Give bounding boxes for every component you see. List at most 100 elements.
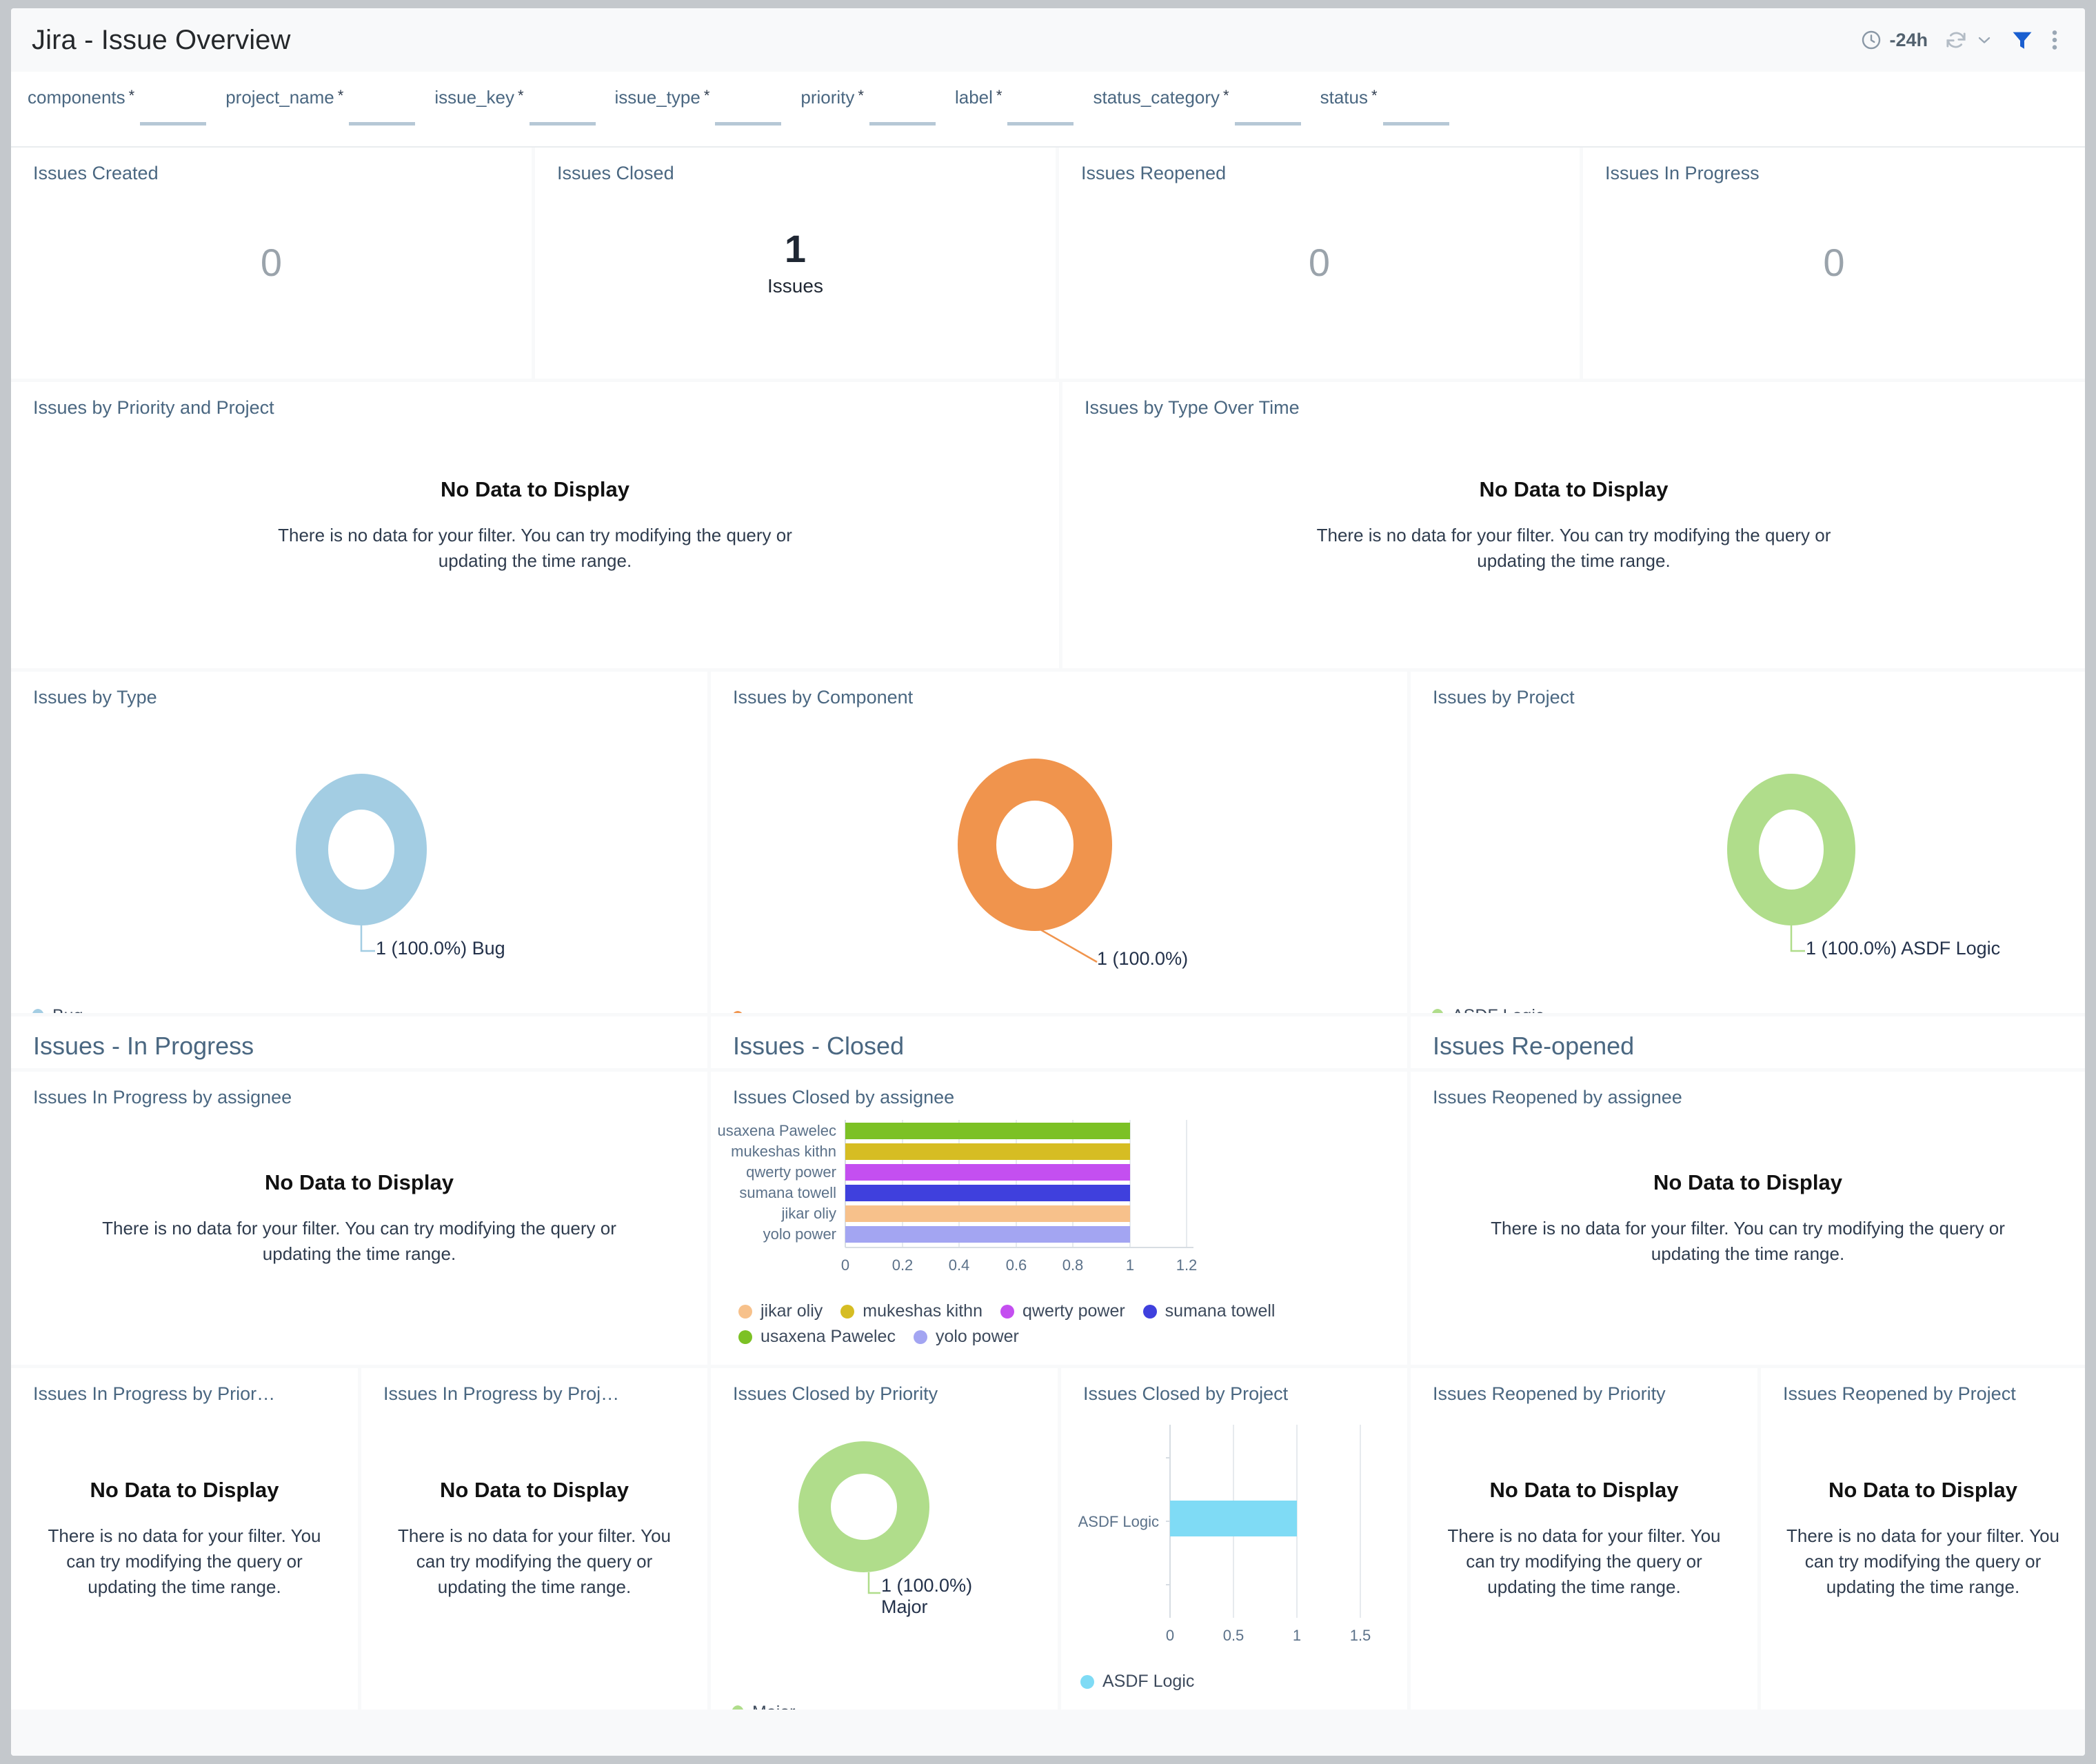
legend-item[interactable]: yolo power xyxy=(913,1327,1019,1347)
chart-issues-by-type: 1 (100.0%) Bug Bug xyxy=(11,708,707,1013)
legend-item[interactable]: Major xyxy=(732,1703,796,1710)
chart-legend xyxy=(732,1011,752,1013)
no-data-message: There is no data for your filter. You ca… xyxy=(1786,1525,2060,1597)
kpi-body: 0 xyxy=(1059,148,1580,379)
filter-input[interactable] xyxy=(1382,122,1449,126)
panel-reopened-by-assignee[interactable]: Issues Reopened by assignee No Data to D… xyxy=(1411,1072,2085,1368)
panel-closed-by-assignee[interactable]: Issues Closed by assignee usaxena Pawele… xyxy=(711,1072,1411,1368)
legend-item[interactable]: qwerty power xyxy=(1000,1301,1125,1321)
legend-item[interactable]: usaxena Pawelec xyxy=(738,1327,896,1347)
chevron-down-icon[interactable] xyxy=(1975,30,1994,50)
no-data-message: There is no data for your filter. You ca… xyxy=(102,1217,616,1264)
filter-input[interactable] xyxy=(1007,122,1074,126)
refresh-icon[interactable] xyxy=(1944,28,1968,52)
kpi-value: 0 xyxy=(1308,241,1331,285)
donut-data-label-line2: Major xyxy=(881,1596,928,1617)
svg-text:0.4: 0.4 xyxy=(949,1256,970,1274)
bars[interactable] xyxy=(845,1123,1130,1243)
kpi-card-issues-reopened[interactable]: Issues Reopened 0 xyxy=(1059,148,1583,382)
legend-swatch xyxy=(840,1304,855,1319)
filter-input[interactable] xyxy=(529,122,596,126)
legend-item[interactable] xyxy=(732,1011,752,1013)
svg-text:jikar oliy: jikar oliy xyxy=(781,1205,836,1222)
panel-in-progress-by-priority[interactable]: Issues In Progress by Prior… No Data to … xyxy=(11,1368,361,1713)
filter-label: issue_type xyxy=(614,87,701,108)
chart-closed-by-project: ASDF Logic 0 0.5 1 1.5 xyxy=(1078,1425,1371,1644)
panel-issues-by-priority-and-project[interactable]: Issues by Priority and Project No Data t… xyxy=(11,382,1062,672)
filter-input[interactable] xyxy=(140,122,207,126)
required-asterisk: * xyxy=(703,87,710,104)
filter-input[interactable] xyxy=(869,122,936,126)
section-in-progress: Issues - In Progress xyxy=(11,1016,711,1072)
filter-input[interactable] xyxy=(715,122,782,126)
panel-issues-by-component[interactable]: Issues by Component 1 (100.0%) xyxy=(711,672,1411,1016)
panel-closed-by-priority[interactable]: Issues Closed by Priority 1 (100.0%) Maj… xyxy=(711,1368,1061,1713)
no-data-title: No Data to Display xyxy=(1489,1478,1679,1503)
required-asterisk: * xyxy=(996,87,1002,104)
section-reopened: Issues Re-opened xyxy=(1411,1016,2085,1072)
legend-item[interactable]: mukeshas kithn xyxy=(840,1301,982,1321)
svg-text:0: 0 xyxy=(1166,1627,1174,1644)
kpi-value: 0 xyxy=(260,241,283,285)
header-actions: -24h xyxy=(1852,28,2067,52)
filter-field-issue_key[interactable]: issue_key * xyxy=(434,88,596,126)
panel-reopened-by-project[interactable]: Issues Reopened by Project No Data to Di… xyxy=(1761,1368,2085,1713)
filter-field-issue_type[interactable]: issue_type * xyxy=(614,87,782,126)
refresh-control[interactable] xyxy=(1936,28,2002,52)
no-data-block: No Data to Display There is no data for … xyxy=(11,1368,358,1710)
more-options-button[interactable] xyxy=(2042,28,2067,52)
filter-field-status_category[interactable]: status_category * xyxy=(1093,88,1301,126)
panel-in-progress-by-project[interactable]: Issues In Progress by Proj… No Data to D… xyxy=(361,1368,711,1713)
legend-swatch xyxy=(738,1304,752,1319)
filter-label: status xyxy=(1320,87,1368,108)
donut-data-label: 1 (100.0%) xyxy=(1097,948,1189,969)
filter-field-label[interactable]: label * xyxy=(955,87,1074,126)
time-range-picker[interactable]: -24h xyxy=(1852,29,1936,51)
no-data-message: There is no data for your filter. You ca… xyxy=(1316,524,1831,571)
chart-issues-by-component: 1 (100.0%) xyxy=(711,708,1407,1013)
kpi-card-issues-in-progress[interactable]: Issues In Progress 0 xyxy=(1583,148,2085,382)
donut-data-label: 1 (100.0%) Major xyxy=(881,1575,972,1618)
kpi-card-issues-closed[interactable]: Issues Closed 1 Issues xyxy=(535,148,1059,382)
filter-label: components xyxy=(28,87,125,108)
panel-issues-by-project[interactable]: Issues by Project 1 (100.0%) ASDF Logic … xyxy=(1411,672,2085,1016)
panel-in-progress-by-assignee[interactable]: Issues In Progress by assignee No Data t… xyxy=(11,1072,711,1368)
filter-field-priority[interactable]: priority * xyxy=(800,87,936,126)
no-data-message: There is no data for your filter. You ca… xyxy=(1491,1217,2005,1264)
panel-issues-by-type[interactable]: Issues by Type 1 (100.0%) Bug Bug xyxy=(11,672,711,1016)
filter-icon[interactable] xyxy=(2011,28,2034,52)
x-axis-labels: 0 0.5 1 1.5 xyxy=(1166,1627,1371,1644)
donut-data-label: 1 (100.0%) ASDF Logic xyxy=(1806,938,2001,959)
filter-input[interactable] xyxy=(349,122,416,126)
kpi-card-issues-created[interactable]: Issues Created 0 xyxy=(11,148,535,382)
filter-field-components[interactable]: components * xyxy=(28,87,207,126)
legend-item[interactable]: ASDF Logic xyxy=(1080,1672,1194,1692)
panel-reopened-by-priority[interactable]: Issues Reopened by Priority No Data to D… xyxy=(1411,1368,1761,1713)
svg-text:0.6: 0.6 xyxy=(1006,1256,1027,1274)
legend-item[interactable]: sumana towell xyxy=(1142,1301,1275,1321)
required-asterisk: * xyxy=(337,87,344,104)
legend-item[interactable]: Bug xyxy=(32,1006,83,1013)
overview-charts-row: Issues by Priority and Project No Data t… xyxy=(11,382,2085,672)
filter-field-status[interactable]: status * xyxy=(1320,87,1449,126)
donut-row: Issues by Type 1 (100.0%) Bug Bug Issues… xyxy=(11,672,2085,1016)
filter-field-project_name[interactable]: project_name * xyxy=(225,87,416,126)
svg-text:mukeshas kithn: mukeshas kithn xyxy=(731,1143,836,1160)
svg-text:0.2: 0.2 xyxy=(892,1256,914,1274)
filter-input[interactable] xyxy=(1234,122,1301,126)
legend-item[interactable]: jikar oliy xyxy=(738,1301,823,1321)
panel-issues-by-type-over-time[interactable]: Issues by Type Over Time No Data to Disp… xyxy=(1062,382,2085,672)
section-header-row: Issues - In Progress Issues - Closed Iss… xyxy=(11,1016,2085,1072)
page-title: Jira - Issue Overview xyxy=(32,24,291,55)
filter-button[interactable] xyxy=(2002,28,2042,52)
legend-item[interactable]: ASDF Logic xyxy=(1431,1006,1544,1013)
dashboard-board: Issues Created 0 Issues Closed 1 Issues … xyxy=(11,148,2085,1756)
more-vertical-icon[interactable] xyxy=(2050,28,2059,52)
panel-closed-by-project[interactable]: Issues Closed by Project ASDF Logic 0 0.… xyxy=(1061,1368,1411,1713)
required-asterisk: * xyxy=(858,87,864,104)
no-data-title: No Data to Display xyxy=(1653,1170,1842,1194)
kpi-body: 1 Issues xyxy=(535,148,1056,379)
panel-title: Issues Closed by Priority xyxy=(733,1383,938,1404)
legend-swatch xyxy=(913,1330,927,1344)
required-asterisk: * xyxy=(128,87,135,104)
